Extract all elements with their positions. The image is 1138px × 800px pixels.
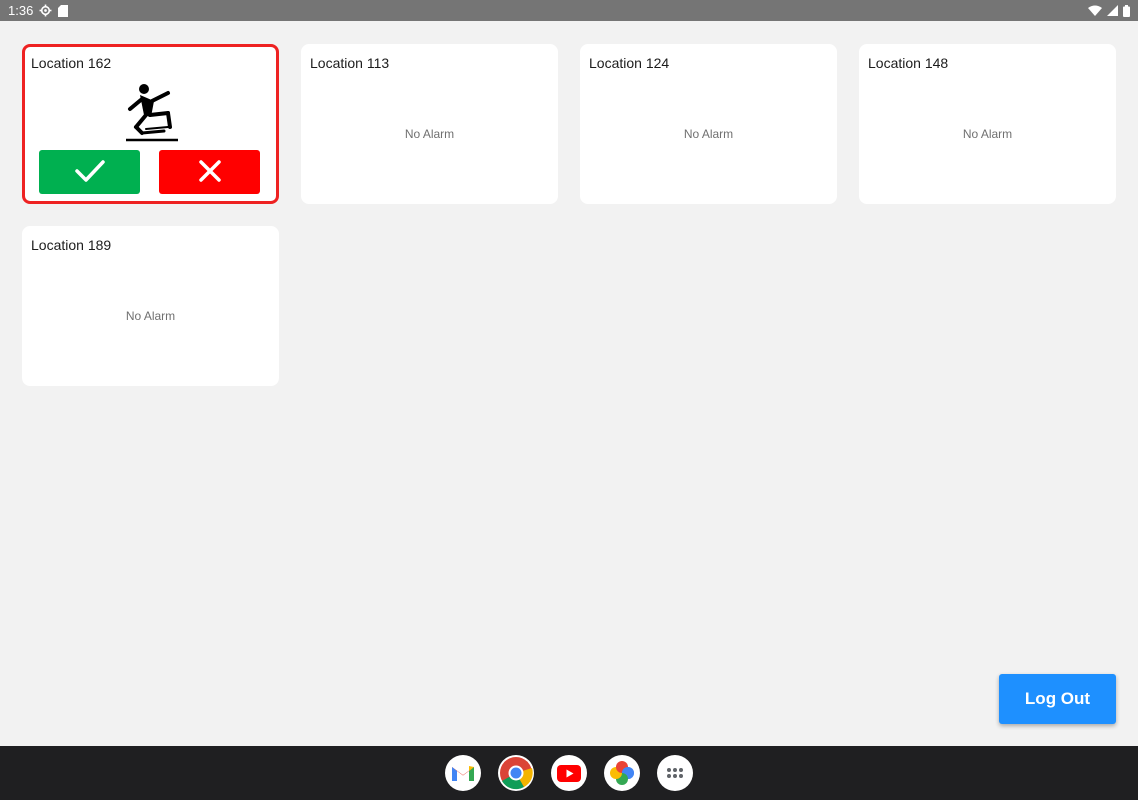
battery-icon xyxy=(1123,4,1130,17)
card-title: Location 113 xyxy=(310,55,390,71)
location-card[interactable]: Location 148 No Alarm xyxy=(859,44,1116,204)
chrome-icon[interactable] xyxy=(498,755,534,791)
card-title: Location 162 xyxy=(31,55,112,71)
card-title: Location 148 xyxy=(868,55,949,71)
card-status: No Alarm xyxy=(962,127,1013,141)
checkmark-icon xyxy=(74,159,105,185)
person-falling-icon xyxy=(124,83,180,143)
card-title: Location 189 xyxy=(31,237,112,253)
card-title: Location 124 xyxy=(589,55,670,71)
location-card-alarm[interactable]: Location 162 xyxy=(22,44,279,204)
wifi-icon xyxy=(1088,5,1102,16)
gmail-icon[interactable] xyxy=(445,755,481,791)
reject-alarm-button[interactable] xyxy=(159,150,260,194)
card-status: No Alarm xyxy=(683,127,734,141)
status-bar: 1:36 xyxy=(0,0,1138,21)
photos-icon[interactable] xyxy=(604,755,640,791)
logout-button[interactable]: Log Out xyxy=(999,674,1116,724)
settings-gear-icon xyxy=(39,4,52,17)
card-status: No Alarm xyxy=(125,309,176,323)
location-card[interactable]: Location 113 No Alarm xyxy=(301,44,558,204)
youtube-icon[interactable] xyxy=(551,755,587,791)
location-card[interactable]: Location 189 No Alarm xyxy=(22,226,279,386)
location-card[interactable]: Location 124 No Alarm xyxy=(580,44,837,204)
status-time: 1:36 xyxy=(8,3,34,18)
close-icon xyxy=(198,159,221,185)
cell-signal-icon xyxy=(1107,5,1118,16)
app-drawer-icon[interactable] xyxy=(657,755,693,791)
card-status: No Alarm xyxy=(404,127,455,141)
taskbar xyxy=(0,746,1138,800)
sd-card-icon xyxy=(58,4,69,17)
accept-alarm-button[interactable] xyxy=(39,150,140,194)
